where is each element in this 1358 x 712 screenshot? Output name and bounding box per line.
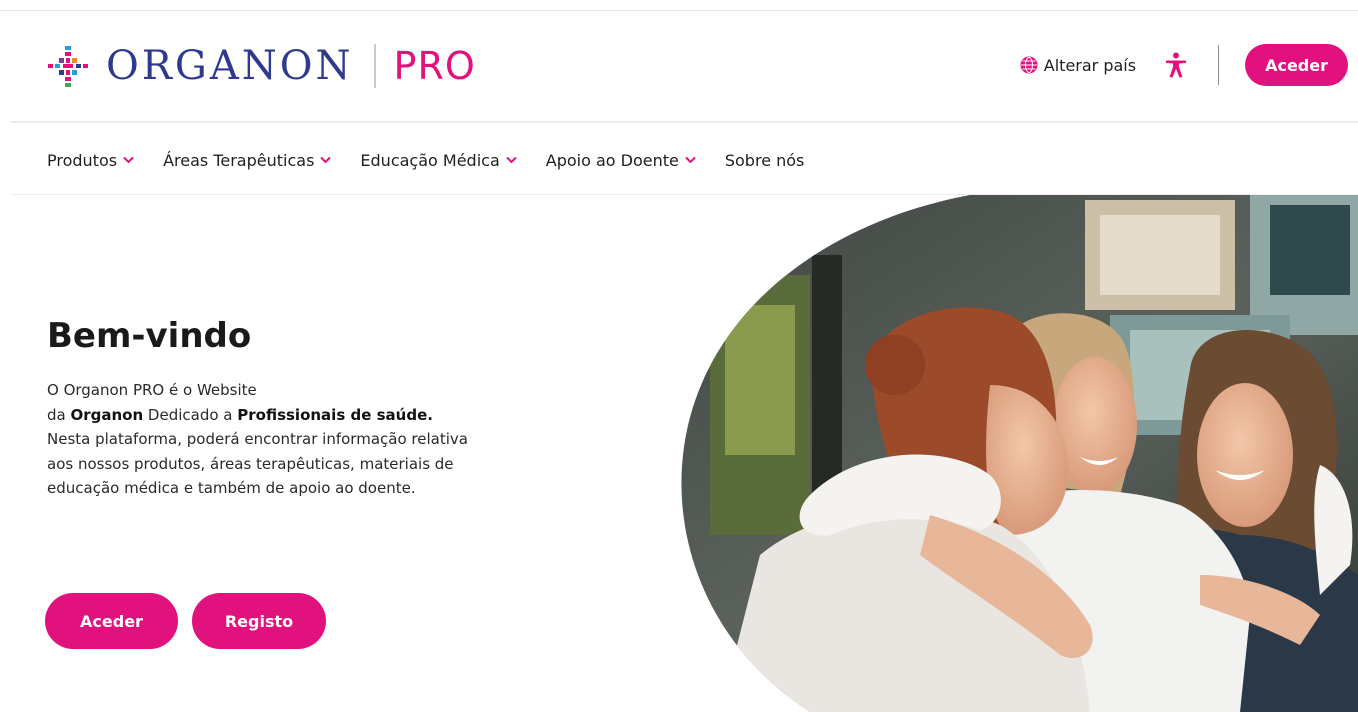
hero-text-part: Nesta plataforma, poderá encontrar infor… — [47, 430, 468, 497]
hero-description: O Organon PRO é o Website da Organon Dedi… — [47, 378, 477, 501]
hero-text-part: Dedicado a — [143, 405, 238, 424]
hero-title: Bem-vindo — [47, 316, 252, 356]
change-country-label: Alterar país — [1043, 55, 1137, 75]
nav-item-label: Educação Médica — [360, 150, 500, 170]
site-header: ORGANON PRO Alterar país Aceder — [0, 11, 1358, 121]
logo-wordmark: ORGANON — [106, 43, 354, 89]
logo-pro-label: PRO — [393, 44, 476, 88]
nav-item-educacao-medica[interactable]: Educação Médica — [360, 150, 517, 170]
hero-text-bold: Organon — [70, 405, 144, 424]
nav-item-produtos[interactable]: Produtos — [47, 151, 134, 170]
logo-separator — [373, 44, 376, 88]
hero-text-bold: Profissionais de saúde. — [237, 405, 433, 424]
chevron-down-icon — [320, 156, 332, 164]
hero-register-button[interactable]: Registo — [192, 593, 326, 649]
nav-item-areas-terapeuticas[interactable]: Áreas Terapêuticas — [163, 150, 332, 170]
nav-item-label: Apoio ao Doente — [545, 150, 679, 170]
header-divider-line — [10, 121, 1358, 123]
organon-logo-icon — [48, 46, 88, 87]
nav-item-label: Sobre nós — [724, 150, 805, 170]
chevron-down-icon — [506, 156, 517, 164]
chevron-down-icon — [685, 156, 696, 164]
globe-icon — [1020, 56, 1038, 74]
hero-login-button[interactable]: Aceder — [45, 593, 178, 649]
nav-item-sobre-nos[interactable]: Sobre nós — [725, 151, 805, 170]
organon-pro-logo[interactable]: ORGANON PRO — [46, 41, 476, 91]
change-country-link[interactable]: Alterar país — [1020, 56, 1136, 75]
nav-item-label: Áreas Terapêuticas — [163, 150, 315, 170]
nav-item-label: Produtos — [47, 150, 118, 170]
nav-item-apoio-ao-doente[interactable]: Apoio ao Doente — [546, 151, 696, 170]
accessibility-icon[interactable] — [1164, 52, 1188, 78]
hero-text-part: O Organon PRO é o Website — [47, 381, 257, 399]
main-nav: Produtos Áreas Terapêuticas Educação Méd… — [47, 145, 804, 175]
chevron-down-icon — [123, 156, 134, 164]
header-divider — [1218, 45, 1220, 85]
hero-text-part: da — [47, 405, 71, 424]
header-actions: Alterar país Aceder — [1020, 44, 1348, 86]
header-login-button[interactable]: Aceder — [1245, 44, 1348, 86]
